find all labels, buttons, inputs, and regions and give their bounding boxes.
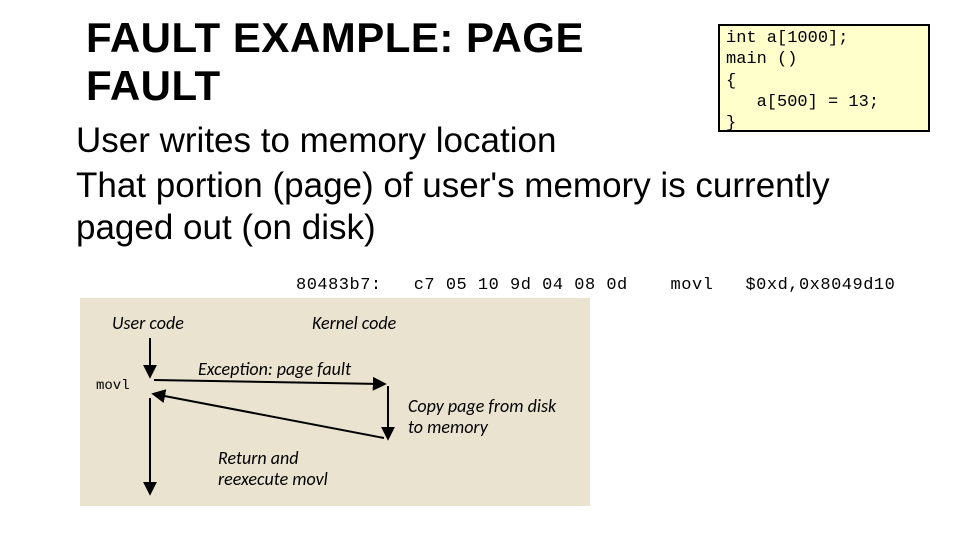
- diagram-arrows: [80, 298, 590, 506]
- page-fault-diagram: User code Kernel code movl Exception: pa…: [80, 298, 590, 506]
- body-text: User writes to memory location That port…: [76, 120, 836, 250]
- body-line-2: That portion (page) of user's memory is …: [76, 165, 836, 250]
- body-line-1: User writes to memory location: [76, 120, 836, 163]
- slide-title: FAULT EXAMPLE: PAGE FAULT: [86, 14, 686, 111]
- assembly-line: 80483b7: c7 05 10 9d 04 08 0d movl $0xd,…: [296, 276, 895, 295]
- code-snippet-box: int a[1000]; main () { a[500] = 13; }: [718, 24, 930, 132]
